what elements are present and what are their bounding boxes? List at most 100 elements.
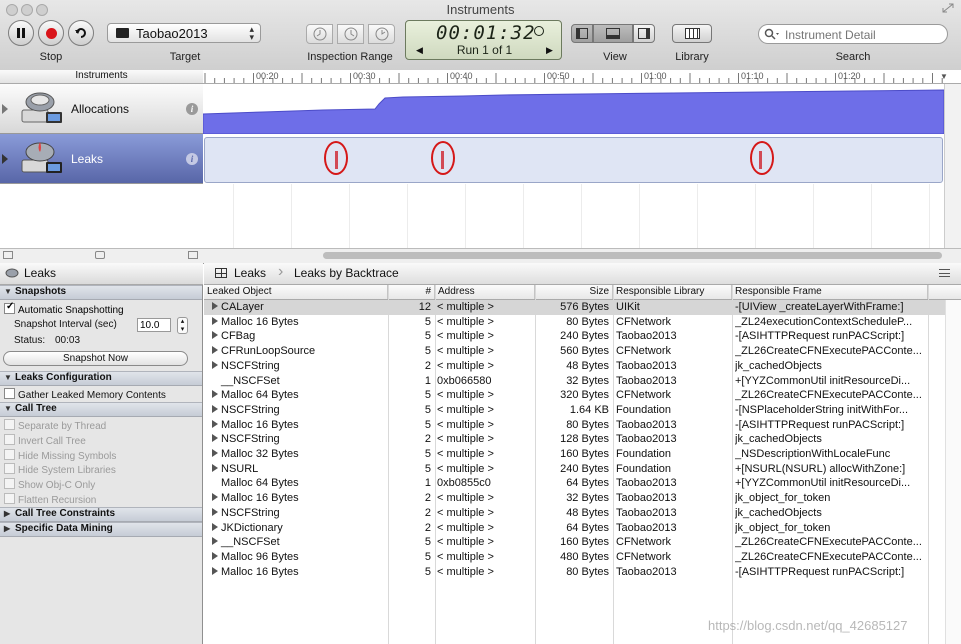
instrument-row-allocations[interactable]: Allocations i <box>0 84 203 134</box>
snap-icon[interactable] <box>188 251 198 259</box>
section-leaks-configuration[interactable]: ▼ Leaks Configuration <box>0 371 202 386</box>
expand-triangle-icon[interactable] <box>212 493 218 502</box>
section-snapshots[interactable]: ▼ Snapshots <box>0 285 202 300</box>
expand-triangle-icon[interactable] <box>212 551 218 560</box>
column-header-frame[interactable]: Responsible Frame <box>732 285 928 299</box>
cell-library: CFNetwork <box>616 389 672 402</box>
expand-triangle-icon[interactable] <box>212 316 218 325</box>
checkbox[interactable] <box>4 388 15 399</box>
interval-stepper[interactable]: ▴ ▾ <box>177 317 188 334</box>
expand-triangle-icon[interactable] <box>212 566 218 575</box>
table-row[interactable]: CFRunLoopSource 5 < multiple > 560 Bytes CFN… <box>204 344 961 359</box>
column-header-object[interactable]: Leaked Object <box>204 285 388 299</box>
next-run-button[interactable]: ▶ <box>546 45 553 56</box>
pause-button[interactable] <box>8 20 34 46</box>
disclosure-triangle-icon[interactable] <box>2 104 8 114</box>
checkbox[interactable] <box>4 493 15 504</box>
table-row[interactable]: Malloc 64 Bytes 1 0xb0855c0 64 Bytes Taobao2… <box>204 476 961 491</box>
table-row[interactable]: Malloc 16 Bytes 2 < multiple > 32 Bytes Taob… <box>204 491 961 506</box>
hide-system-libraries-checkbox[interactable]: Hide System Libraries <box>4 463 116 476</box>
info-icon[interactable]: i <box>186 103 198 115</box>
table-row[interactable]: __NSCFSet 1 0xb066580 32 Bytes Taobao2013 +[Y… <box>204 374 961 389</box>
expand-triangle-icon[interactable] <box>212 434 218 443</box>
checkbox[interactable] <box>4 478 15 489</box>
range-end-button[interactable] <box>368 24 395 44</box>
library-button[interactable] <box>672 24 712 43</box>
breadcrumb-root[interactable]: Leaks <box>234 266 266 280</box>
table-row[interactable]: NSCFString 2 < multiple > 48 Bytes Taobao201… <box>204 359 961 374</box>
playhead-marker-icon[interactable]: ▼ <box>940 72 948 81</box>
table-row[interactable]: NSCFString 2 < multiple > 48 Bytes Taobao201… <box>204 506 961 521</box>
hide-missing-symbols-checkbox[interactable]: Hide Missing Symbols <box>4 449 116 462</box>
column-header-address[interactable]: Address <box>435 285 535 299</box>
invert-call-tree-checkbox[interactable]: Invert Call Tree <box>4 434 86 447</box>
column-header-count[interactable]: # <box>388 285 435 299</box>
target-select[interactable]: Taobao2013 ▴ ▾ <box>107 23 261 43</box>
table-row[interactable]: Malloc 32 Bytes 5 < multiple > 160 Bytes Fou… <box>204 447 961 462</box>
table-row[interactable]: Malloc 16 Bytes 5 < multiple > 80 Bytes CFNe… <box>204 315 961 330</box>
table-row[interactable]: CFBag 5 < multiple > 240 Bytes Taobao2013 -[A… <box>204 329 961 344</box>
view-extended-detail-button[interactable] <box>633 24 655 43</box>
table-vertical-scrollbar[interactable] <box>945 300 961 644</box>
column-header-library[interactable]: Responsible Library <box>613 285 732 299</box>
snapshot-interval-input[interactable] <box>137 318 171 332</box>
fullscreen-icon[interactable] <box>942 3 954 13</box>
restart-button[interactable] <box>68 20 94 46</box>
range-clear-button[interactable] <box>337 24 364 44</box>
column-header-size[interactable]: Size <box>535 285 613 299</box>
checkbox[interactable] <box>4 419 15 430</box>
view-detail-button[interactable] <box>593 24 633 43</box>
search-icon[interactable] <box>764 28 780 40</box>
range-start-button[interactable] <box>306 24 333 44</box>
view-instruments-button[interactable] <box>571 24 593 43</box>
expand-triangle-icon[interactable] <box>212 390 218 399</box>
search-input[interactable] <box>783 26 943 44</box>
table-row[interactable]: Malloc 64 Bytes 5 < multiple > 320 Bytes CFN… <box>204 388 961 403</box>
expand-triangle-icon[interactable] <box>212 302 218 310</box>
expand-triangle-icon[interactable] <box>212 522 218 531</box>
snapshot-now-button[interactable]: Snapshot Now <box>3 351 188 366</box>
section-specific-data-mining[interactable]: ▶ Specific Data Mining <box>0 522 202 537</box>
expand-triangle-icon[interactable] <box>212 419 218 428</box>
zoom-icon[interactable] <box>95 251 105 259</box>
checkbox[interactable] <box>4 434 15 445</box>
table-row[interactable]: Malloc 16 Bytes 5 < multiple > 80 Bytes Taob… <box>204 565 961 580</box>
table-row[interactable]: JKDictionary 2 < multiple > 64 Bytes Taobao2… <box>204 521 961 536</box>
separate-by-thread-checkbox[interactable]: Separate by Thread <box>4 419 106 432</box>
table-row[interactable]: NSURL 5 < multiple > 240 Bytes Foundation +[N… <box>204 462 961 477</box>
checkbox[interactable] <box>4 449 15 460</box>
show-objc-only-checkbox[interactable]: Show Obj-C Only <box>4 478 95 491</box>
record-stop-button[interactable] <box>38 20 64 46</box>
expand-triangle-icon[interactable] <box>212 537 218 546</box>
instrument-row-leaks[interactable]: Leaks i <box>0 134 203 184</box>
track-area[interactable] <box>203 84 944 248</box>
expand-triangle-icon[interactable] <box>212 404 218 413</box>
expand-triangle-icon[interactable] <box>212 346 218 355</box>
checkbox[interactable] <box>4 463 15 474</box>
breadcrumb-current[interactable]: Leaks by Backtrace <box>294 266 399 280</box>
table-row[interactable]: NSCFString 2 < multiple > 128 Bytes Taobao20… <box>204 432 961 447</box>
disclosure-triangle-icon[interactable] <box>2 154 8 164</box>
gather-leaked-memory-checkbox[interactable]: Gather Leaked Memory Contents <box>4 388 166 401</box>
section-call-tree-constraints[interactable]: ▶ Call Tree Constraints <box>0 507 202 522</box>
track-vertical-scrollbar[interactable] <box>944 84 961 248</box>
expand-triangle-icon[interactable] <box>212 463 218 472</box>
flatten-recursion-checkbox[interactable]: Flatten Recursion <box>4 493 96 506</box>
section-call-tree[interactable]: ▼ Call Tree <box>0 402 202 417</box>
automatic-snapshotting-checkbox[interactable]: ✓ Automatic Snapshotting <box>4 301 124 316</box>
table-row[interactable]: CALayer 12 < multiple > 576 Bytes UIKit -[UIV… <box>204 300 961 315</box>
table-row[interactable]: Malloc 96 Bytes 5 < multiple > 480 Bytes CFN… <box>204 550 961 565</box>
expand-triangle-icon[interactable] <box>212 360 218 369</box>
expand-triangle-icon[interactable] <box>212 449 218 457</box>
table-row[interactable]: NSCFString 5 < multiple > 1.64 KB Foundation… <box>204 403 961 418</box>
table-row[interactable]: Malloc 16 Bytes 5 < multiple > 80 Bytes Taob… <box>204 418 961 433</box>
checkbox[interactable]: ✓ <box>4 301 15 314</box>
table-view-icon[interactable] <box>215 268 227 278</box>
info-icon[interactable]: i <box>186 153 198 165</box>
track-display-icon[interactable] <box>3 251 13 259</box>
timeline-scrollbar-thumb[interactable] <box>323 252 942 259</box>
expand-triangle-icon[interactable] <box>212 331 218 340</box>
timeline-ruler[interactable]: 00:20 00:30 00:40 00:50 01:00 01:10 01:2… <box>203 70 961 84</box>
expand-triangle-icon[interactable] <box>212 507 218 516</box>
table-row[interactable]: __NSCFSet 5 < multiple > 160 Bytes CFNetwork… <box>204 535 961 550</box>
